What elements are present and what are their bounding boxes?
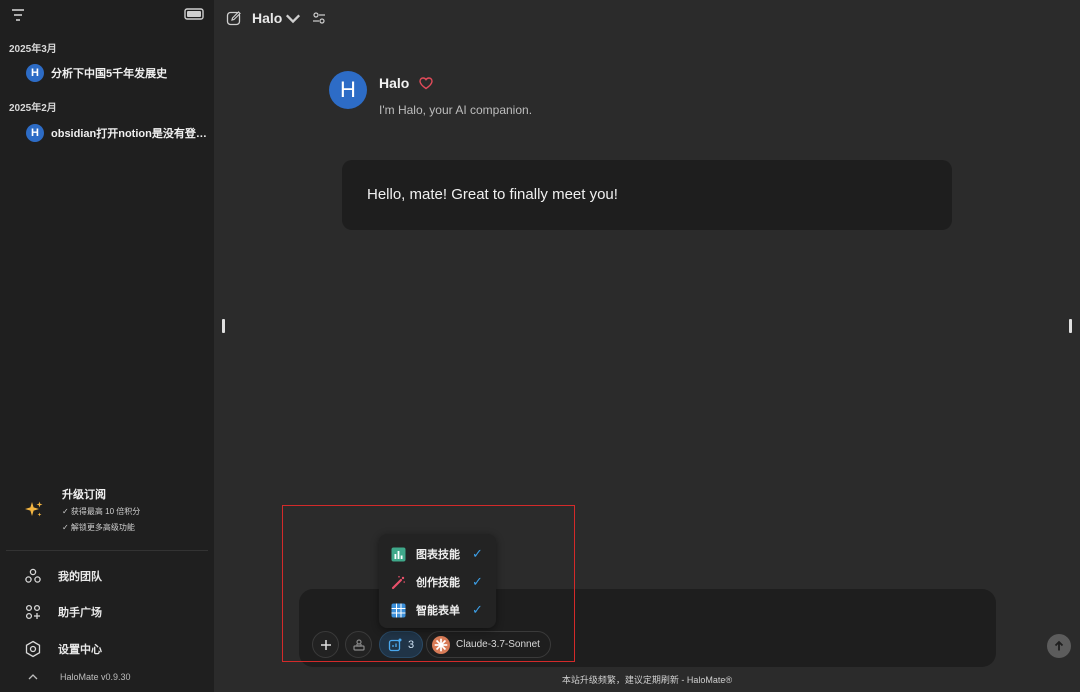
app-version: HaloMate v0.9.30 [60,672,131,682]
conversation-title: obsidian打开notion是没有登录账号的情况下吗 [51,128,211,140]
conversation-title: 分析下中国5千年发展史 [51,68,168,80]
conversation-avatar: H [26,64,44,82]
version-row: HaloMate v0.9.30 [28,672,131,682]
chart-icon [391,547,406,561]
magic-wand-icon [391,575,405,589]
chevron-up-icon[interactable] [28,673,38,681]
upgrade-benefit: ✓ 解锁更多高级功能 [62,523,135,532]
upgrade-title: 升级订阅 [62,489,106,501]
conversation-item[interactable]: H obsidian打开notion是没有登录账号的情况下吗 [26,122,211,144]
section-date-february: 2025年2月 [9,103,57,114]
settings-icon [25,640,41,658]
nav-item-my-team[interactable]: 我的团队 [24,564,204,588]
apps-grid-icon [25,604,41,620]
right-resize-handle[interactable] [1069,319,1072,333]
agent-selector-label: Halo [252,10,283,26]
nav-label: 我的团队 [58,571,102,583]
chevron-down-icon [286,14,301,24]
chat-topbar: Halo [226,8,327,28]
nav-label: 助手广场 [58,607,102,619]
nav-item-settings[interactable]: 设置中心 [24,637,204,661]
upgrade-subscription-card[interactable]: 升级订阅 ✓ 获得最高 10 倍积分 ✓ 解锁更多高级功能 [0,480,214,546]
agent-name: Halo [379,75,410,91]
left-resize-handle[interactable] [222,319,225,333]
skill-item-chart[interactable]: 图表技能 ✓ [379,540,496,568]
check-icon: ✓ [472,602,483,617]
collapse-sidebar-icon[interactable] [184,8,204,20]
plus-icon [320,639,331,650]
sparkle-icon [25,501,43,517]
model-name: Claude-3.7-Sonnet [456,639,540,650]
filter-icon[interactable] [10,8,26,22]
nav-item-assistant-plaza[interactable]: 助手广场 [24,600,204,624]
skills-menu: 图表技能 ✓ 创作技能 ✓ 智能表单 ✓ [379,534,496,628]
skill-label: 创作技能 [416,577,460,589]
send-button[interactable] [1047,634,1071,658]
upgrade-benefit: ✓ 获得最高 10 倍积分 [62,507,141,516]
conversation-item[interactable]: H 分析下中国5千年发展史 [26,62,211,84]
conversation-avatar: H [26,124,44,142]
model-selector[interactable]: Claude-3.7-Sonnet [426,631,551,658]
sidebar-toolbar [10,6,204,26]
add-attachment-button[interactable] [312,631,339,658]
greeting-message: Hello, mate! Great to finally meet you! [342,160,952,230]
footer-note: 本站升级频繁，建议定期刷新 - HaloMate® [561,675,733,685]
team-icon [25,568,41,583]
skill-item-creation[interactable]: 创作技能 ✓ [379,568,496,596]
section-date-march: 2025年3月 [9,44,57,55]
knowledge-base-button[interactable] [345,631,372,658]
stamp-icon [352,638,365,651]
skills-icon [388,638,402,651]
agent-avatar: H [329,71,367,109]
skill-item-smart-form[interactable]: 智能表单 ✓ [379,596,496,624]
chat-main: Halo H Halo I'm Halo, your AI companion.… [214,0,1080,692]
agent-settings-icon[interactable] [311,10,327,26]
skills-count: 3 [408,638,415,651]
skill-label: 图表技能 [416,549,460,561]
agent-header: Halo [379,75,434,91]
arrow-up-icon [1054,640,1064,651]
new-chat-icon[interactable] [226,10,242,26]
agent-description: I'm Halo, your AI companion. [379,103,533,117]
nav-label: 设置中心 [58,644,102,656]
skill-label: 智能表单 [416,605,460,617]
sidebar-divider [6,550,208,551]
check-icon: ✓ [472,546,483,561]
sidebar: 2025年3月 H 分析下中国5千年发展史 2025年2月 H obsidian… [0,0,214,692]
table-icon [391,603,406,617]
heart-icon[interactable] [419,76,434,90]
claude-icon [432,635,450,654]
agent-selector[interactable]: Halo [252,10,301,26]
check-icon: ✓ [472,574,483,589]
skills-button[interactable]: 3 [379,631,424,658]
